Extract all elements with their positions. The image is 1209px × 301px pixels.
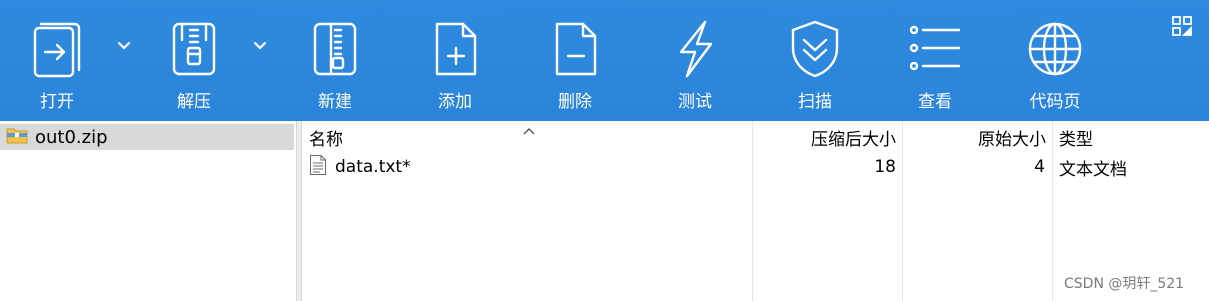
cell-name: data.txt* bbox=[309, 153, 749, 181]
table-row[interactable]: data.txt* 18 4 文本文档 bbox=[302, 153, 1209, 181]
open-label: 打开 bbox=[40, 92, 74, 112]
test-button[interactable]: 测试 bbox=[640, 0, 750, 121]
add-button[interactable]: 添加 bbox=[400, 0, 510, 121]
extract-dropdown-chevron-icon[interactable] bbox=[250, 36, 270, 56]
open-icon bbox=[2, 18, 112, 80]
codepage-label: 代码页 bbox=[1029, 92, 1081, 112]
extract-icon bbox=[139, 18, 249, 80]
scan-label: 扫描 bbox=[798, 92, 832, 112]
new-button[interactable]: 新建 bbox=[280, 0, 390, 121]
folder-tree: out0.zip bbox=[0, 121, 296, 301]
codepage-button[interactable]: 代码页 bbox=[1000, 0, 1110, 121]
new-archive-icon bbox=[280, 18, 390, 80]
column-header-type[interactable]: 类型 bbox=[1059, 121, 1209, 153]
column-divider[interactable] bbox=[1052, 121, 1053, 301]
test-lightning-icon bbox=[640, 18, 750, 80]
scan-button[interactable]: 扫描 bbox=[760, 0, 870, 121]
add-file-icon bbox=[400, 18, 510, 80]
tree-item-label: out0.zip bbox=[35, 126, 108, 148]
tree-item-archive[interactable]: out0.zip bbox=[0, 124, 294, 150]
open-dropdown-chevron-icon[interactable] bbox=[114, 36, 134, 56]
watermark: CSDN @玥轩_521 bbox=[1064, 276, 1185, 292]
test-label: 测试 bbox=[678, 92, 712, 112]
sort-ascending-icon bbox=[522, 121, 536, 135]
view-label: 查看 bbox=[918, 92, 952, 112]
scan-shield-icon bbox=[760, 18, 870, 80]
codepage-globe-icon bbox=[1000, 18, 1110, 80]
add-label: 添加 bbox=[438, 92, 472, 112]
delete-label: 删除 bbox=[558, 92, 592, 112]
open-button[interactable]: 打开 bbox=[2, 0, 112, 121]
cell-original-size: 4 bbox=[1034, 157, 1045, 177]
new-label: 新建 bbox=[318, 92, 352, 112]
cell-compressed-size: 18 bbox=[874, 157, 896, 177]
delete-file-icon bbox=[520, 18, 630, 80]
view-button[interactable]: 查看 bbox=[880, 0, 990, 121]
column-header-original-size[interactable]: 原始大小 bbox=[903, 121, 1051, 153]
text-file-icon bbox=[309, 154, 335, 181]
extract-label: 解压 bbox=[177, 92, 211, 112]
view-list-icon bbox=[880, 18, 990, 80]
zip-folder-icon bbox=[6, 126, 35, 148]
delete-button[interactable]: 删除 bbox=[520, 0, 630, 121]
column-header-compressed-size[interactable]: 压缩后大小 bbox=[753, 121, 901, 153]
layout-grid-icon[interactable] bbox=[1170, 14, 1194, 38]
extract-button[interactable]: 解压 bbox=[139, 0, 249, 121]
cell-type: 文本文档 bbox=[1059, 159, 1127, 180]
toolbar: 打开 解压 新建 添加 删除 测试 扫描 查看 代码页 bbox=[0, 0, 1209, 121]
